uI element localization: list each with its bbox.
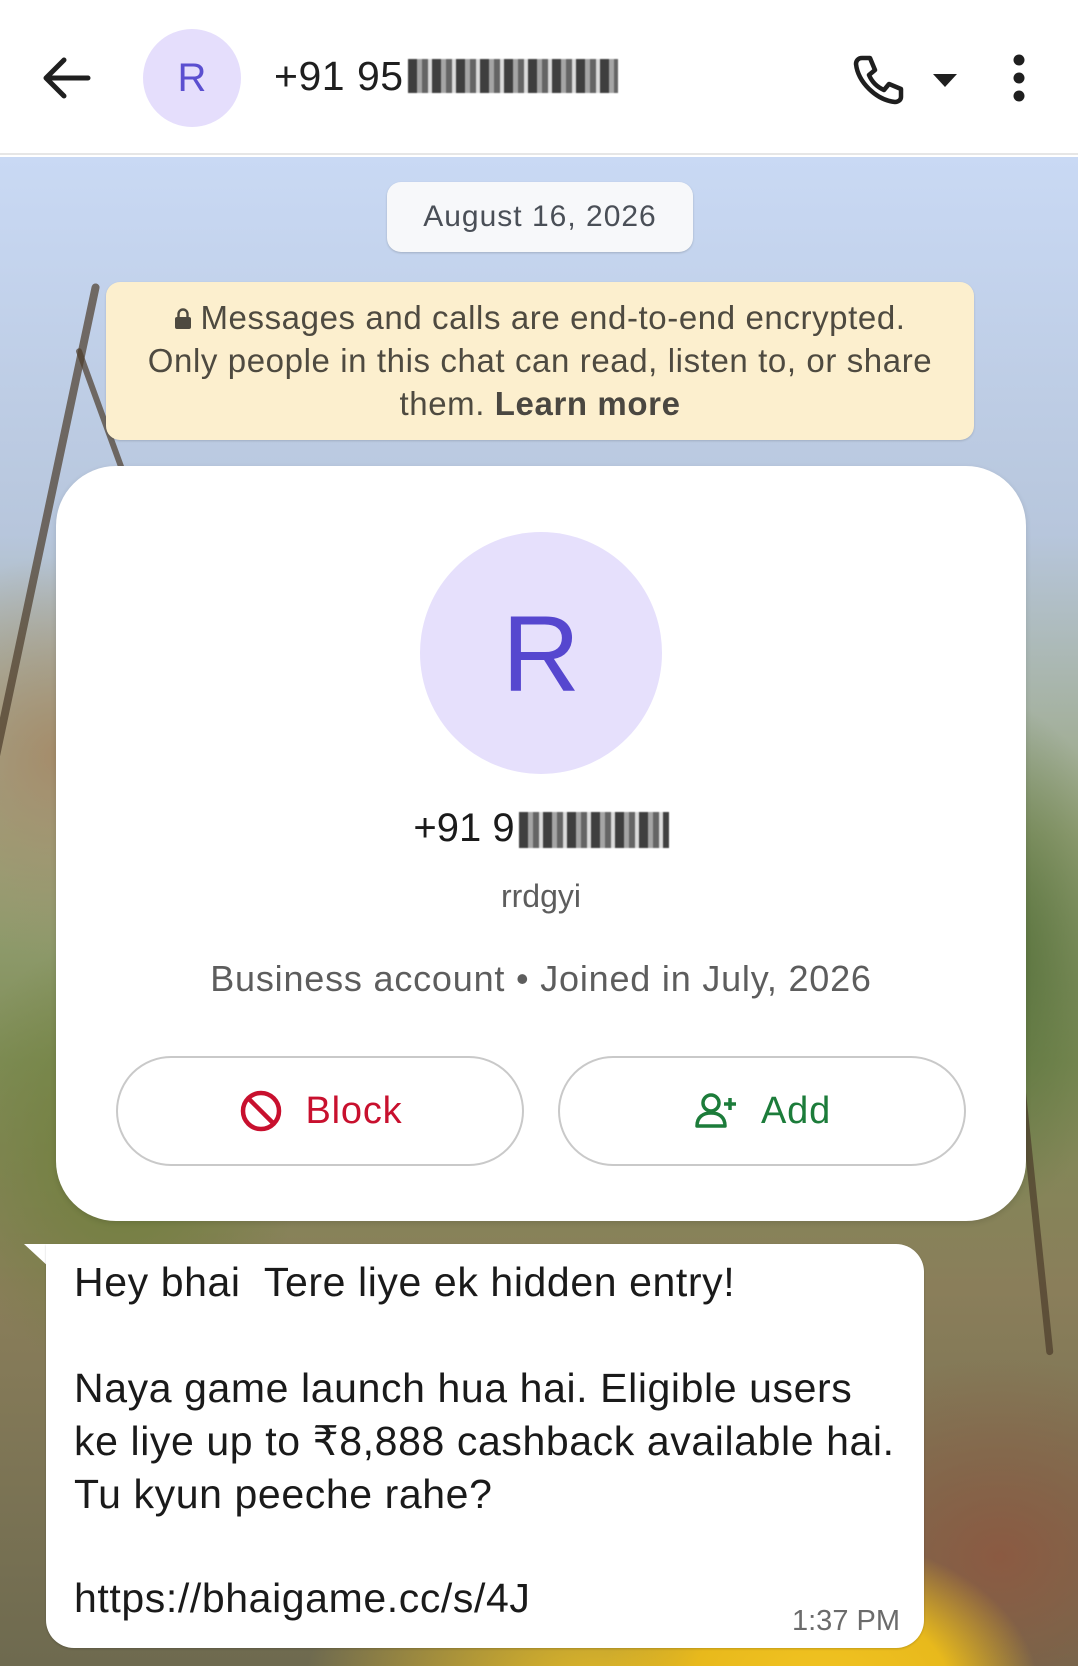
add-person-icon: [693, 1088, 739, 1134]
account-meta: Business account • Joined in July, 2026: [210, 958, 872, 999]
redacted-digits: [518, 812, 669, 849]
lock-icon: [174, 297, 192, 329]
incoming-message[interactable]: Hey bhai Tere liye ek hidden entry! Naya…: [46, 1244, 924, 1648]
contact-card-avatar[interactable]: R: [420, 532, 662, 774]
contact-card-number-text: +91 9: [413, 806, 515, 850]
block-label: Block: [305, 1089, 403, 1132]
encryption-notice[interactable]: Messages and calls are end-to-end encryp…: [106, 282, 974, 440]
add-contact-button[interactable]: Add: [558, 1056, 966, 1166]
contact-info-card: R +91 9 rrdgyi Business account • Joined…: [56, 466, 1026, 1221]
block-button[interactable]: Block: [116, 1056, 524, 1166]
learn-more-link[interactable]: Learn more: [495, 385, 681, 422]
contact-card-number: +91 9: [56, 806, 1026, 851]
phone-icon[interactable]: [848, 50, 908, 106]
contact-username: rrdgyi: [500, 878, 581, 914]
date-divider: August 16, 2026: [387, 182, 693, 252]
contact-avatar[interactable]: R: [143, 29, 241, 127]
more-options-icon[interactable]: [1003, 50, 1035, 106]
back-arrow-icon[interactable]: [36, 50, 96, 106]
block-icon: [238, 1088, 284, 1134]
message-link[interactable]: https://bhaigame.cc/s/4J: [74, 1572, 531, 1625]
chat-header: R +91 95: [0, 0, 1078, 155]
contact-number[interactable]: +91 95: [274, 46, 618, 106]
message-text: Hey bhai Tere liye ek hidden entry! Naya…: [74, 1259, 895, 1517]
message-timestamp: 1:37 PM: [792, 1605, 900, 1637]
chevron-down-icon[interactable]: [931, 70, 959, 90]
redacted-digits: [407, 59, 618, 93]
contact-number-text: +91 95: [274, 52, 404, 99]
add-label: Add: [760, 1089, 831, 1132]
